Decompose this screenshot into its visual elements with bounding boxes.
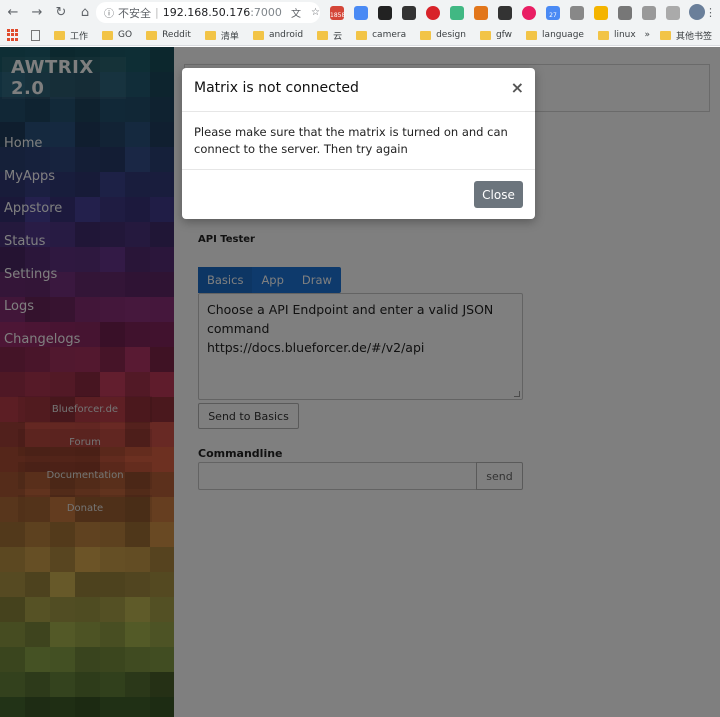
folder-icon: [204, 30, 216, 40]
bookmark-folder[interactable]: GO: [102, 30, 132, 40]
close-button[interactable]: Close: [474, 181, 523, 208]
camera-extension-icon[interactable]: [570, 5, 584, 20]
mail-extension-icon[interactable]: 1858: [330, 5, 345, 20]
security-label: 不安全: [118, 6, 151, 20]
star-icon[interactable]: ☆: [311, 7, 320, 18]
folder-icon: [479, 30, 491, 40]
bookmark-folder[interactable]: 工作: [54, 29, 88, 42]
face-extension-icon[interactable]: [594, 5, 608, 20]
bookmark-folder[interactable]: android: [252, 30, 303, 40]
bookmarks-bar: 工作 GO Reddit 清单 android 云 camera design …: [0, 25, 720, 46]
bookmark-page-icon[interactable]: [31, 29, 40, 41]
apps-icon[interactable]: [7, 29, 19, 41]
url-host: 192.168.50.176: [162, 6, 251, 19]
url-port: :7000: [250, 6, 282, 19]
cup-extension-icon[interactable]: [666, 5, 680, 20]
extension-toolbar: 文 ☆ 1858 27: [291, 4, 690, 21]
pink-extension-icon[interactable]: [522, 5, 536, 20]
bookmark-folder[interactable]: camera: [356, 30, 406, 40]
bookmark-folder[interactable]: 云: [317, 29, 342, 42]
feather-extension-icon[interactable]: [498, 5, 512, 20]
bookmark-folder[interactable]: language: [526, 30, 584, 40]
address-bar[interactable]: ⓘ 不安全 | 192.168.50.176 :7000: [96, 2, 320, 23]
folder-icon: [54, 30, 65, 40]
home-icon[interactable]: ⌂: [74, 2, 96, 24]
folder-icon: [526, 30, 538, 40]
vue-extension-icon[interactable]: [450, 5, 464, 20]
forward-icon[interactable]: →: [26, 2, 48, 24]
modal-body: Please make sure that the matrix is turn…: [182, 112, 535, 170]
folder-icon: [102, 30, 114, 40]
octocat-extension-icon[interactable]: [378, 5, 392, 20]
folder-icon: [659, 30, 671, 40]
close-icon[interactable]: ×: [511, 78, 524, 97]
folder-icon: [597, 30, 609, 40]
info-icon: ⓘ: [104, 9, 114, 20]
other-bookmarks[interactable]: 其他书签: [659, 29, 712, 42]
reload-icon[interactable]: ↻: [50, 2, 72, 24]
bookmark-folder[interactable]: gfw: [479, 30, 512, 40]
translate-extension-icon[interactable]: [354, 5, 368, 20]
bookmark-folder[interactable]: design: [420, 30, 466, 40]
bookmarks-overflow[interactable]: »: [644, 30, 650, 40]
browser-toolbar: ← → ↻ ⌂ ⓘ 不安全 | 192.168.50.176 :7000 文 ☆…: [0, 0, 720, 25]
translate-icon[interactable]: 文: [291, 5, 301, 20]
modal-title: Matrix is not connected: [194, 80, 359, 96]
folder-icon: [146, 30, 158, 40]
folder-icon: [252, 30, 264, 40]
calendar-extension-icon[interactable]: 27: [546, 5, 560, 20]
bookmark-folder[interactable]: linux: [597, 30, 636, 40]
menu-icon[interactable]: ⋮: [705, 6, 716, 19]
modal-dialog: Matrix is not connected × Please make su…: [182, 68, 535, 219]
modal-header: Matrix is not connected ×: [182, 68, 535, 112]
url-separator: |: [155, 6, 159, 19]
glasses-extension-icon[interactable]: [402, 5, 416, 20]
modal-footer: Close: [182, 170, 535, 219]
back-icon[interactable]: ←: [2, 2, 24, 24]
folder-icon: [356, 30, 368, 40]
bookmark-folder[interactable]: 清单: [204, 29, 239, 42]
bookmark-folder[interactable]: Reddit: [146, 30, 191, 40]
grid-extension-icon[interactable]: [642, 5, 656, 20]
folder-icon: [317, 30, 329, 40]
opera-extension-icon[interactable]: [426, 5, 440, 20]
ui-extension-icon[interactable]: [618, 5, 632, 20]
profile-avatar[interactable]: [689, 4, 705, 20]
folder-icon: [420, 30, 432, 40]
fox-extension-icon[interactable]: [474, 5, 488, 20]
